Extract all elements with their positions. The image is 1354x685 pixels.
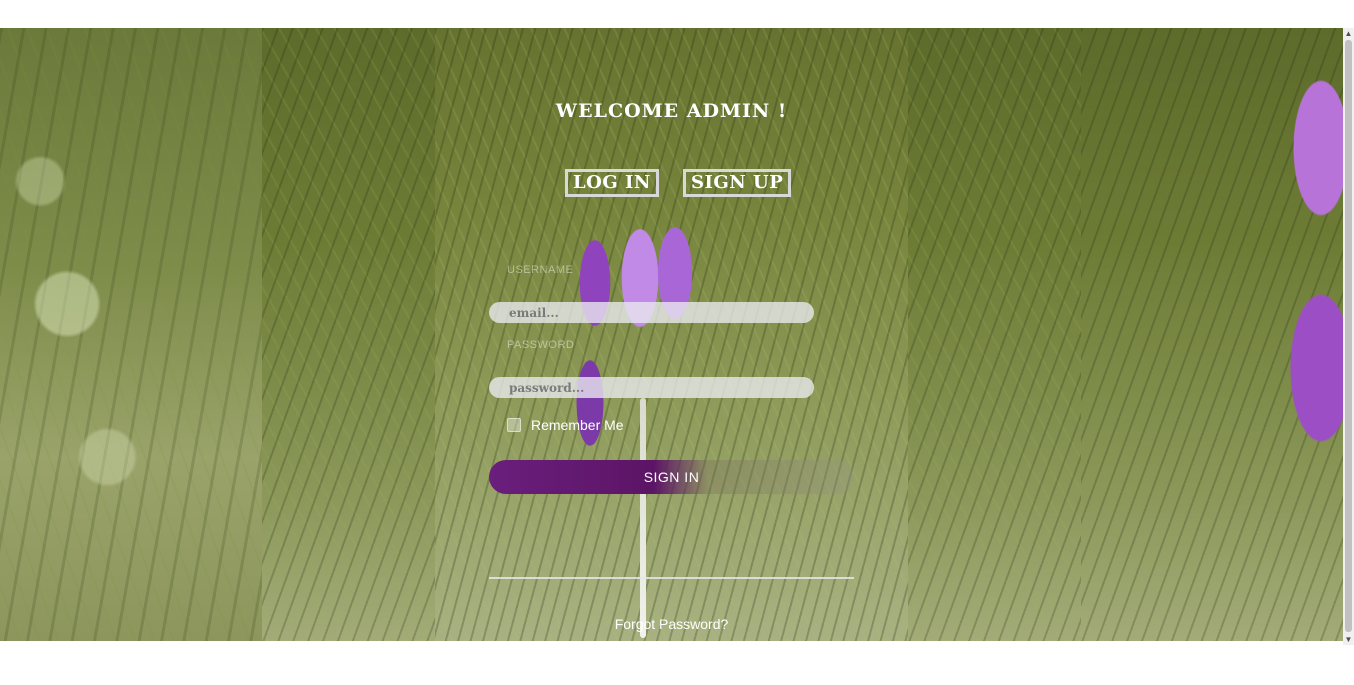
forgot-password-link[interactable]: Forgot Password? bbox=[435, 616, 908, 632]
email-field[interactable] bbox=[489, 302, 814, 323]
background-panel-right bbox=[908, 28, 1081, 641]
divider bbox=[489, 577, 854, 579]
remember-me-label: Remember Me bbox=[531, 417, 624, 433]
scroll-thumb[interactable] bbox=[1345, 40, 1352, 632]
password-label: PASSWORD bbox=[507, 339, 575, 351]
password-field[interactable] bbox=[489, 377, 814, 398]
remember-me-checkbox[interactable] bbox=[507, 418, 521, 432]
tab-sign-up[interactable]: SIGN UP bbox=[683, 169, 792, 197]
username-label: USERNAME bbox=[507, 264, 574, 276]
page-title: WELCOME ADMIN ! bbox=[555, 100, 788, 122]
login-card: WELCOME ADMIN ! LOG IN SIGN UP USERNAME … bbox=[435, 28, 908, 641]
vertical-scrollbar[interactable]: ▲ ▼ bbox=[1343, 28, 1354, 645]
scroll-down-icon[interactable]: ▼ bbox=[1343, 634, 1354, 645]
crocus-flower-image bbox=[545, 193, 715, 453]
remember-me-row: Remember Me bbox=[507, 417, 624, 433]
background-panel-left bbox=[262, 28, 435, 641]
flower-stem-image bbox=[640, 398, 646, 638]
tab-log-in[interactable]: LOG IN bbox=[565, 169, 659, 197]
background-image-right bbox=[1081, 28, 1343, 641]
sign-in-button[interactable]: SIGN IN bbox=[489, 460, 854, 494]
scroll-up-icon[interactable]: ▲ bbox=[1343, 28, 1354, 39]
